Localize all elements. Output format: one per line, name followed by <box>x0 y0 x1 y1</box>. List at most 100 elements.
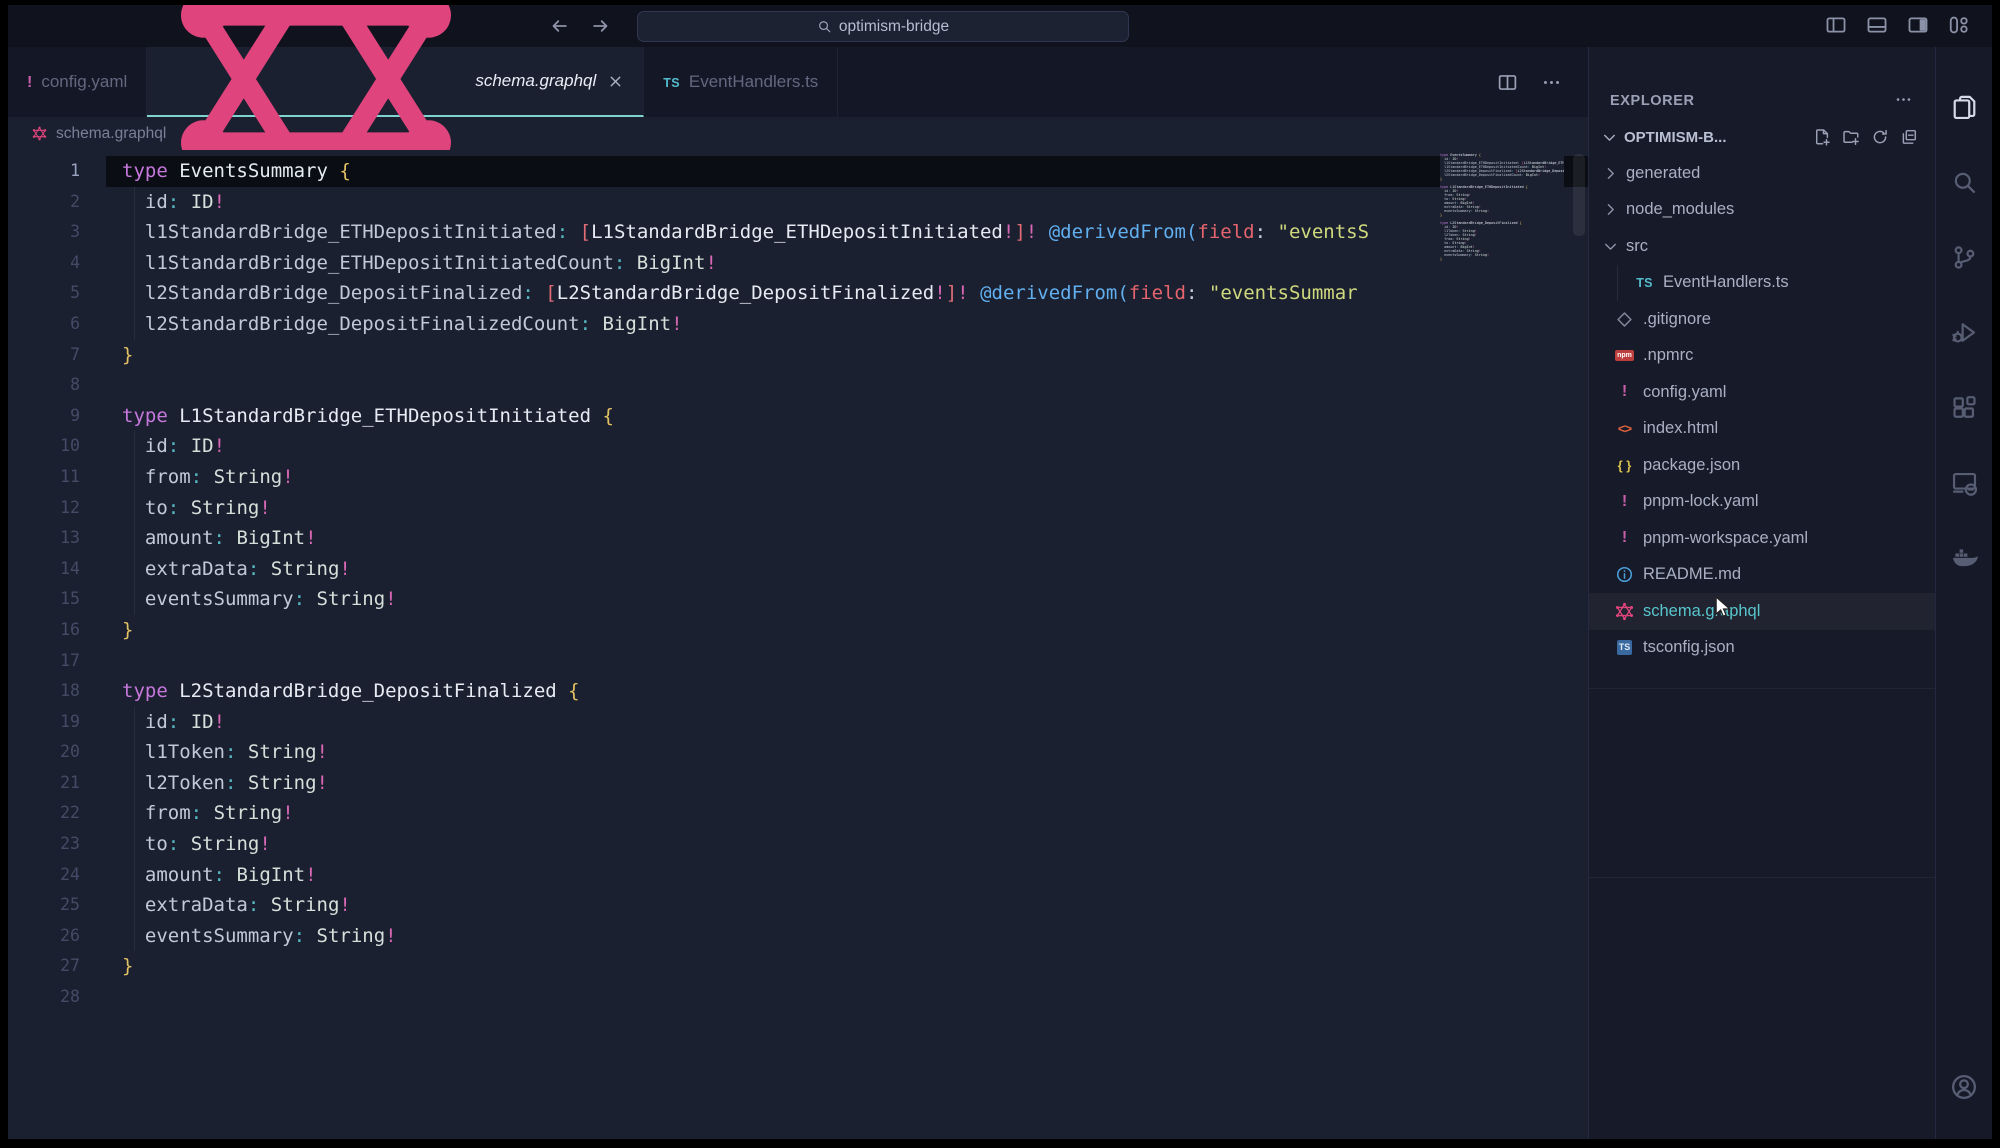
layout-customize-icon[interactable] <box>1948 14 1970 36</box>
line-content[interactable]: l2Token: String! <box>106 768 1588 799</box>
line-content[interactable]: amount: BigInt! <box>106 860 1588 891</box>
code-line[interactable]: 16} <box>8 615 1588 646</box>
code-line[interactable]: 5 l2StandardBridge_DepositFinalized: [L2… <box>8 278 1588 309</box>
tree-item-readme-md[interactable]: README.md <box>1589 557 1935 594</box>
views-menu-icon[interactable] <box>1894 90 1913 109</box>
activity-extensions[interactable] <box>1940 383 1988 431</box>
line-content[interactable]: eventsSummary: String! <box>106 584 1588 615</box>
code-line[interactable]: 2 id: ID! <box>8 187 1588 218</box>
line-content[interactable]: l2StandardBridge_DepositFinalized: [L2St… <box>106 278 1588 309</box>
line-content[interactable]: } <box>106 340 1588 371</box>
activity-explorer[interactable] <box>1940 83 1988 131</box>
code-line[interactable]: 28 <box>8 982 1588 1013</box>
code-line[interactable]: 8 <box>8 370 1588 401</box>
code-line[interactable]: 4 l1StandardBridge_ETHDepositInitiatedCo… <box>8 248 1588 279</box>
command-center-search[interactable]: optimism-bridge <box>637 11 1129 42</box>
tab-config-yaml[interactable]: ! config.yaml <box>8 47 147 117</box>
line-content[interactable]: type L1StandardBridge_ETHDepositInitiate… <box>106 401 1588 432</box>
new-file-icon[interactable] <box>1813 128 1831 146</box>
line-content[interactable]: from: String! <box>106 462 1588 493</box>
split-editor-icon[interactable] <box>1497 72 1518 93</box>
line-content[interactable] <box>106 370 1588 401</box>
line-content[interactable] <box>106 646 1588 677</box>
tree-item-config-yaml[interactable]: !config.yaml <box>1589 374 1935 411</box>
tree-item--gitignore[interactable]: .gitignore <box>1589 301 1935 338</box>
code-line[interactable]: 26 eventsSummary: String! <box>8 921 1588 952</box>
tree-item-generated[interactable]: generated <box>1589 155 1935 192</box>
code-line[interactable]: 27} <box>8 951 1588 982</box>
tree-item-index-html[interactable]: <>index.html <box>1589 411 1935 448</box>
line-content[interactable]: type L2StandardBridge_DepositFinalized { <box>106 676 1588 707</box>
close-icon[interactable] <box>607 73 624 90</box>
activity-source-control[interactable] <box>1940 233 1988 281</box>
code-line[interactable]: 22 from: String! <box>8 798 1588 829</box>
line-content[interactable]: from: String! <box>106 798 1588 829</box>
forward-icon[interactable] <box>590 15 612 37</box>
more-actions-icon[interactable] <box>1541 72 1562 93</box>
activity-search[interactable] <box>1940 158 1988 206</box>
line-content[interactable]: extraData: String! <box>106 554 1588 585</box>
layout-panel-icon[interactable] <box>1866 14 1888 36</box>
code-line[interactable]: 21 l2Token: String! <box>8 768 1588 799</box>
line-content[interactable]: } <box>106 615 1588 646</box>
activity-docker[interactable] <box>1940 533 1988 581</box>
workspace-section-header[interactable]: OPTIMISM-B... <box>1589 119 1935 155</box>
line-content[interactable]: id: ID! <box>106 187 1588 218</box>
code-line[interactable]: 17 <box>8 646 1588 677</box>
line-content[interactable]: l2StandardBridge_DepositFinalizedCount: … <box>106 309 1588 340</box>
tree-item-eventhandlers-ts[interactable]: TSEventHandlers.ts <box>1589 265 1935 302</box>
line-content[interactable]: extraData: String! <box>106 890 1588 921</box>
activity-run-debug[interactable] <box>1940 308 1988 356</box>
line-content[interactable]: l1Token: String! <box>106 737 1588 768</box>
code-line[interactable]: 9type L1StandardBridge_ETHDepositInitiat… <box>8 401 1588 432</box>
code-line[interactable]: 19 id: ID! <box>8 707 1588 738</box>
code-line[interactable]: 15 eventsSummary: String! <box>8 584 1588 615</box>
code-line[interactable]: 18type L2StandardBridge_DepositFinalized… <box>8 676 1588 707</box>
line-content[interactable]: id: ID! <box>106 431 1588 462</box>
code-editor[interactable]: 1type EventsSummary {2 id: ID!3 l1Standa… <box>8 150 1588 1139</box>
line-content[interactable]: to: String! <box>106 493 1588 524</box>
activity-remote-explorer[interactable] <box>1940 458 1988 506</box>
line-content[interactable]: type EventsSummary { <box>106 156 1588 187</box>
tree-item--npmrc[interactable]: npm.npmrc <box>1589 338 1935 375</box>
code-line[interactable]: 24 amount: BigInt! <box>8 860 1588 891</box>
refresh-icon[interactable] <box>1871 128 1889 146</box>
code-line[interactable]: 1type EventsSummary { <box>8 156 1588 187</box>
code-line[interactable]: 10 id: ID! <box>8 431 1588 462</box>
layout-sidebar-left-icon[interactable] <box>1825 14 1847 36</box>
line-content[interactable]: amount: BigInt! <box>106 523 1588 554</box>
tree-item-pnpm-workspace-yaml[interactable]: !pnpm-workspace.yaml <box>1589 520 1935 557</box>
collapse-all-icon[interactable] <box>1900 128 1918 146</box>
line-content[interactable]: l1StandardBridge_ETHDepositInitiated: [L… <box>106 217 1588 248</box>
code-line[interactable]: 7} <box>8 340 1588 371</box>
scrollbar[interactable] <box>1573 154 1585 236</box>
tree-item-package-json[interactable]: { }package.json <box>1589 447 1935 484</box>
code-line[interactable]: 13 amount: BigInt! <box>8 523 1588 554</box>
tree-item-tsconfig-json[interactable]: TStsconfig.json <box>1589 630 1935 667</box>
line-content[interactable]: eventsSummary: String! <box>106 921 1588 952</box>
code-line[interactable]: 14 extraData: String! <box>8 554 1588 585</box>
tree-item-src[interactable]: src <box>1589 228 1935 265</box>
code-line[interactable]: 23 to: String! <box>8 829 1588 860</box>
minimap[interactable]: type EventsSummary { id: ID! l1StandardB… <box>1440 153 1564 265</box>
back-icon[interactable] <box>548 15 570 37</box>
code-line[interactable]: 20 l1Token: String! <box>8 737 1588 768</box>
activity-account[interactable] <box>1940 1063 1988 1111</box>
tab-schema-graphql[interactable]: schema.graphql <box>147 47 644 117</box>
code-line[interactable]: 6 l2StandardBridge_DepositFinalizedCount… <box>8 309 1588 340</box>
line-content[interactable]: to: String! <box>106 829 1588 860</box>
line-content[interactable]: id: ID! <box>106 707 1588 738</box>
code-line[interactable]: 12 to: String! <box>8 493 1588 524</box>
line-content[interactable] <box>106 982 1588 1013</box>
code-line[interactable]: 25 extraData: String! <box>8 890 1588 921</box>
tab-eventhandlers-ts[interactable]: TS EventHandlers.ts <box>644 47 838 117</box>
code-line[interactable]: 3 l1StandardBridge_ETHDepositInitiated: … <box>8 217 1588 248</box>
tree-item-pnpm-lock-yaml[interactable]: !pnpm-lock.yaml <box>1589 484 1935 521</box>
line-content[interactable]: l1StandardBridge_ETHDepositInitiatedCoun… <box>106 248 1588 279</box>
code-line[interactable]: 11 from: String! <box>8 462 1588 493</box>
line-content[interactable]: } <box>106 951 1588 982</box>
layout-sidebar-right-icon[interactable] <box>1907 14 1929 36</box>
tree-item-schema-graphql[interactable]: schema.graphql <box>1589 593 1935 630</box>
new-folder-icon[interactable] <box>1842 128 1860 146</box>
tree-item-node-modules[interactable]: node_modules <box>1589 192 1935 229</box>
